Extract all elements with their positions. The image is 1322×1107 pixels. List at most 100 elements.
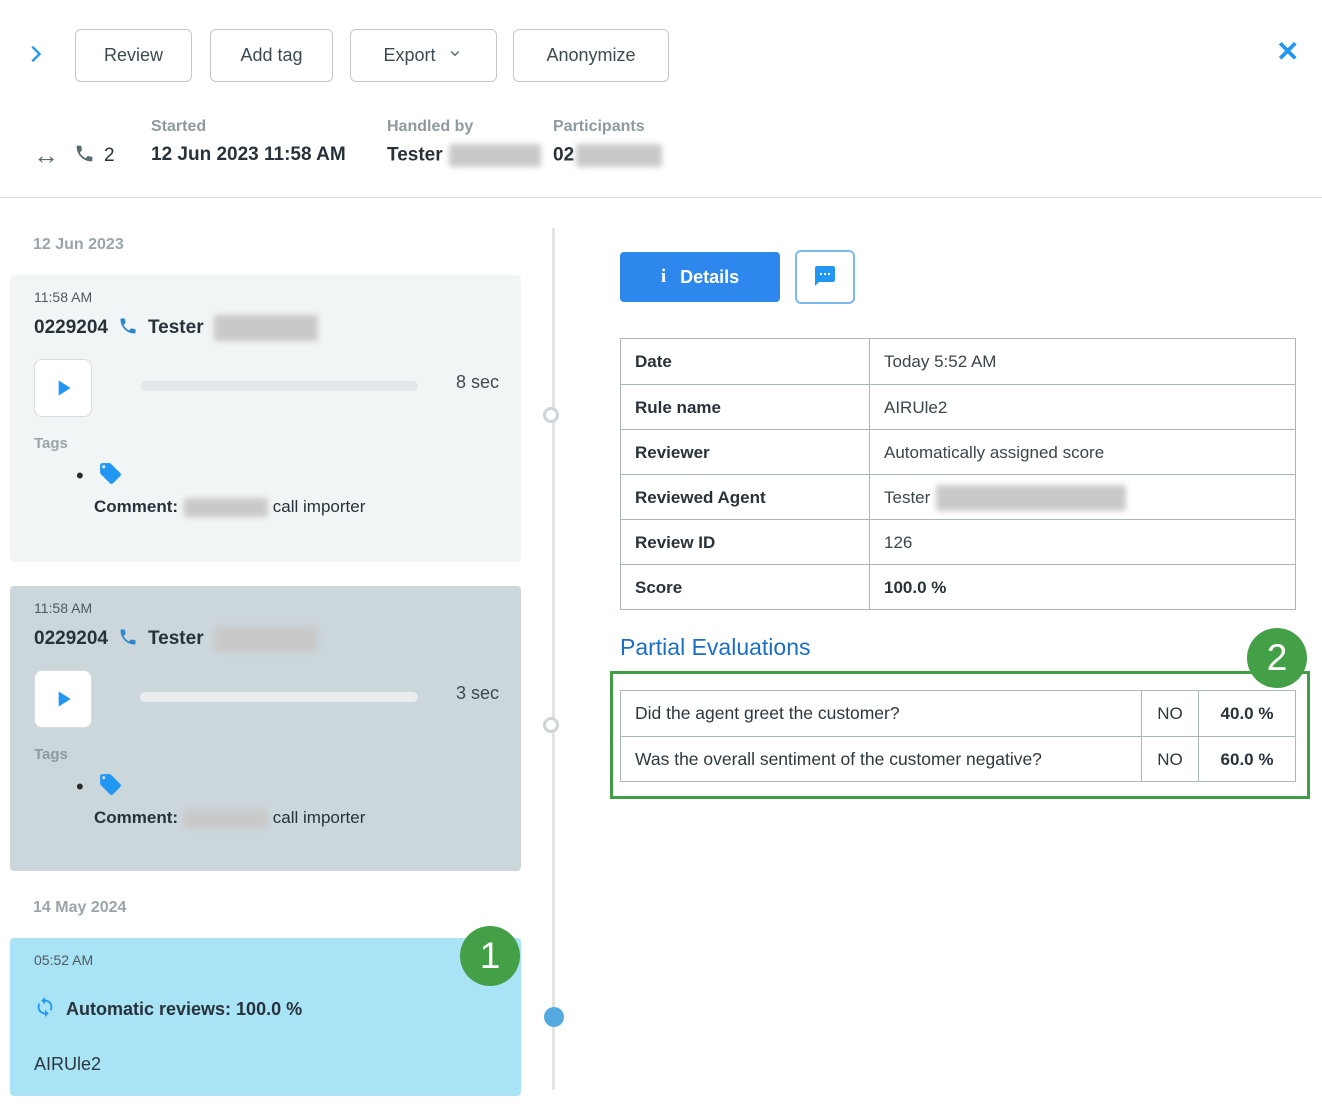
evaluation-score: 60.0 % xyxy=(1198,737,1295,782)
started-label: Started xyxy=(151,118,346,136)
table-row: Review ID 126 xyxy=(621,519,1295,564)
call-time: 11:58 AM xyxy=(34,600,92,616)
review-time: 05:52 AM xyxy=(34,952,93,968)
started-value: 12 Jun 2023 11:58 AM xyxy=(151,144,346,166)
play-button[interactable] xyxy=(34,670,92,728)
comment-text: call importer xyxy=(273,497,366,516)
call-number: 0229204 xyxy=(34,628,108,650)
timeline-date-heading: 12 Jun 2023 xyxy=(33,236,124,254)
comment-label: Comment: xyxy=(94,808,178,827)
auto-review-icon xyxy=(34,996,56,1023)
redacted-text xyxy=(936,485,1126,511)
export-label: Export xyxy=(383,45,435,66)
auto-review-card[interactable]: 05:52 AM Automatic reviews: 100.0 % AIRU… xyxy=(10,938,521,1096)
timeline-dot xyxy=(543,407,559,423)
row-label: Score xyxy=(621,565,870,610)
call-count: 2 xyxy=(104,145,115,167)
swap-arrows-icon: ↔ xyxy=(33,140,59,171)
export-button[interactable]: Export xyxy=(350,29,497,82)
tags-label: Tags xyxy=(34,435,68,452)
phone-icon xyxy=(118,316,138,341)
tag-icon xyxy=(98,461,123,491)
annotation-badge-2: 2 xyxy=(1247,628,1307,688)
info-icon: i xyxy=(661,266,666,288)
participants-field: Participants 02 xyxy=(553,118,662,167)
audio-progress[interactable] xyxy=(140,381,418,391)
table-row: Rule name AIRUle2 xyxy=(621,384,1295,429)
row-value: 126 xyxy=(870,533,1295,553)
timeline-date-heading: 14 May 2024 xyxy=(33,899,126,917)
table-row: Reviewer Automatically assigned score xyxy=(621,429,1295,474)
tag-comment: Comment: call importer xyxy=(94,808,365,828)
close-icon[interactable]: ✕ xyxy=(1276,38,1299,66)
table-row: Was the overall sentiment of the custome… xyxy=(621,736,1295,781)
comment-button[interactable] xyxy=(795,250,855,304)
partial-evaluations-table: Did the agent greet the customer? NO 40.… xyxy=(620,690,1296,782)
row-label: Date xyxy=(621,339,870,384)
call-number: 0229204 xyxy=(34,317,108,339)
table-row: Did the agent greet the customer? NO 40.… xyxy=(621,691,1295,736)
audio-progress[interactable] xyxy=(140,692,418,702)
review-button[interactable]: Review xyxy=(75,29,192,82)
row-label: Reviewed Agent xyxy=(621,475,870,520)
phone-icon xyxy=(118,627,138,652)
table-row: Reviewed Agent Tester xyxy=(621,474,1295,519)
redacted-text xyxy=(184,809,268,828)
row-label: Reviewer xyxy=(621,430,870,475)
chevron-right-icon[interactable] xyxy=(22,40,50,68)
redacted-text xyxy=(214,315,318,341)
agent-name: Tester xyxy=(148,317,204,339)
handled-by-label: Handled by xyxy=(387,118,541,136)
score-value: 100.0 % xyxy=(870,578,1295,598)
redacted-text xyxy=(576,144,662,167)
bullet: • xyxy=(76,465,84,487)
table-row: Score 100.0 % xyxy=(621,564,1295,609)
comment-text: call importer xyxy=(273,808,366,827)
add-tag-button[interactable]: Add tag xyxy=(210,29,333,82)
details-button-label: Details xyxy=(680,267,739,288)
agent-name: Tester xyxy=(148,628,204,650)
row-label: Review ID xyxy=(621,520,870,565)
call-review-panel: Review Add tag Export Anonymize ✕ ↔ 2 St… xyxy=(0,0,1322,1107)
call-card[interactable]: 11:58 AM 0229204 Tester 8 sec Tags • Com… xyxy=(10,275,521,562)
tags-label: Tags xyxy=(34,746,68,763)
bullet: • xyxy=(76,776,84,798)
row-value: Automatically assigned score xyxy=(870,443,1295,463)
evaluation-score: 40.0 % xyxy=(1198,691,1295,736)
play-button[interactable] xyxy=(34,359,92,417)
handled-by-value: Tester xyxy=(387,144,541,167)
agent-name: Tester xyxy=(884,488,930,508)
comment-label: Comment: xyxy=(94,497,178,516)
chat-icon xyxy=(813,264,837,291)
details-button[interactable]: i Details xyxy=(620,252,780,302)
call-duration: 3 sec xyxy=(456,683,499,704)
redacted-text xyxy=(184,498,268,517)
started-field: Started 12 Jun 2023 11:58 AM xyxy=(151,118,346,166)
participant-number: 02 xyxy=(553,145,574,166)
row-value: AIRUle2 xyxy=(870,398,1295,418)
row-value: Tester xyxy=(870,485,1295,511)
timeline-line xyxy=(552,228,555,1090)
call-time: 11:58 AM xyxy=(34,289,92,305)
evaluation-answer: NO xyxy=(1141,691,1198,736)
table-row: Date Today 5:52 AM xyxy=(621,339,1295,384)
call-card-selected[interactable]: 11:58 AM 0229204 Tester 3 sec Tags • Com… xyxy=(10,586,521,871)
tag-icon xyxy=(98,772,123,802)
call-duration: 8 sec xyxy=(456,372,499,393)
rule-name: AIRUle2 xyxy=(34,1054,101,1075)
anonymize-button[interactable]: Anonymize xyxy=(513,29,669,82)
agent-name: Tester xyxy=(387,145,443,166)
row-value: Today 5:52 AM xyxy=(870,352,1295,372)
redacted-text xyxy=(449,144,541,167)
evaluation-question: Was the overall sentiment of the custome… xyxy=(621,749,1141,770)
timeline-dot xyxy=(543,717,559,733)
tag-comment: Comment: call importer xyxy=(94,497,365,517)
partial-evaluations-title: Partial Evaluations xyxy=(620,634,811,661)
handled-by-field: Handled by Tester xyxy=(387,118,541,167)
auto-review-title: Automatic reviews: 100.0 % xyxy=(66,999,302,1020)
header-divider xyxy=(0,197,1322,198)
redacted-text xyxy=(214,626,318,652)
review-details-table: Date Today 5:52 AM Rule name AIRUle2 Rev… xyxy=(620,338,1296,610)
annotation-badge-1: 1 xyxy=(460,926,520,986)
participants-label: Participants xyxy=(553,118,662,136)
